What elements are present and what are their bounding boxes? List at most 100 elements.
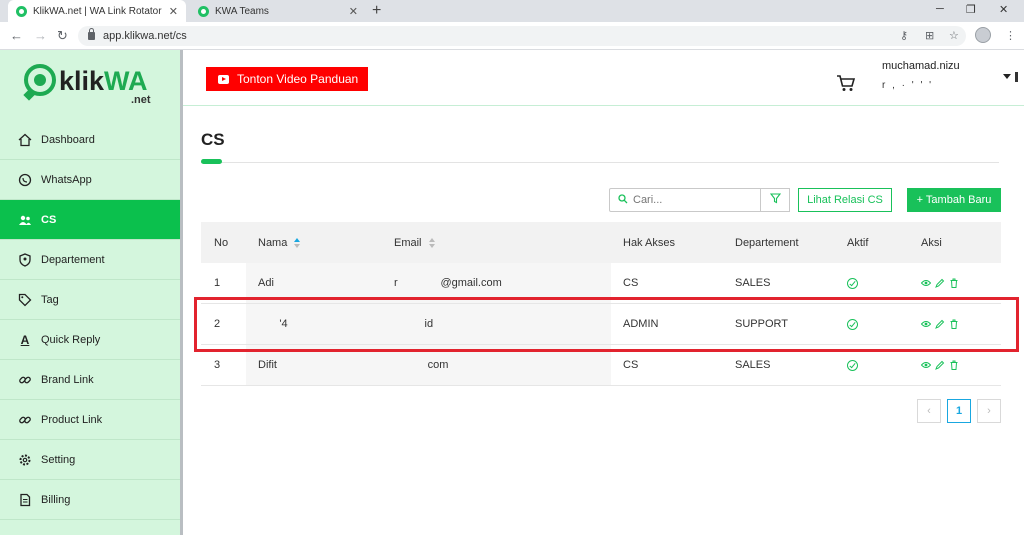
- sidebar-item-product-link[interactable]: Product Link: [0, 400, 180, 440]
- profile-avatar[interactable]: [975, 27, 991, 43]
- users-icon: [18, 213, 32, 227]
- cart-icon[interactable]: [836, 73, 856, 93]
- restore-icon[interactable]: ❐: [966, 3, 976, 16]
- lock-icon: [88, 28, 95, 40]
- column-header-nama[interactable]: Nama: [246, 222, 382, 263]
- gear-icon: [18, 453, 32, 467]
- pagination-prev[interactable]: ‹: [917, 399, 941, 423]
- column-header-aksi: Aksi: [921, 236, 942, 249]
- browser-tab-kwa-teams[interactable]: KWA Teams ✕: [190, 0, 366, 22]
- address-bar: ← → ↻ app.klikwa.net/cs ⚷ ⊞ ☆ ⋮: [0, 22, 1024, 50]
- search-box[interactable]: [609, 188, 761, 212]
- filter-icon: [769, 191, 781, 209]
- active-check-icon: [847, 277, 858, 289]
- view-eye-icon[interactable]: [920, 278, 932, 288]
- tab-close-icon[interactable]: ✕: [349, 5, 358, 18]
- tab-close-icon[interactable]: ✕: [169, 5, 178, 18]
- font-icon: A: [20, 332, 30, 347]
- youtube-icon: [218, 74, 229, 84]
- page-scrollbar[interactable]: [1015, 72, 1018, 82]
- view-eye-icon[interactable]: [920, 360, 932, 370]
- sidebar-item-brand-link[interactable]: Brand Link: [0, 360, 180, 400]
- user-name[interactable]: muchamad.nizu: [882, 60, 960, 72]
- link-icon: [18, 413, 32, 427]
- translate-icon[interactable]: ⊞: [925, 29, 934, 42]
- sidebar-item-label: Quick Reply: [41, 333, 101, 346]
- video-guide-button[interactable]: Tonton Video Panduan: [206, 67, 368, 91]
- table-header: No Nama Email Hak Akses Departement Akti…: [201, 222, 1001, 263]
- delete-trash-icon[interactable]: [949, 278, 959, 288]
- tab-title: KWA Teams: [215, 5, 269, 17]
- reload-icon[interactable]: ↻: [57, 28, 68, 44]
- sidebar-item-label: Dashboard: [41, 133, 95, 146]
- browser-tab-bar: KlikWA.net | WA Link Rotator ✕ KWA Teams…: [0, 0, 1024, 22]
- column-header-email[interactable]: Email: [382, 222, 611, 263]
- sidebar-item-dashboard[interactable]: Dashboard: [0, 120, 180, 160]
- home-icon: [18, 133, 32, 147]
- sidebar-item-whatsapp[interactable]: WhatsApp: [0, 160, 180, 200]
- sidebar-item-label: Brand Link: [41, 373, 94, 386]
- link-icon: [18, 373, 32, 387]
- page-title: CS: [201, 130, 225, 149]
- title-divider: [201, 162, 999, 163]
- filter-button[interactable]: [761, 188, 790, 212]
- forward-arrow-icon[interactable]: →: [34, 28, 47, 43]
- close-window-icon[interactable]: ✕: [999, 3, 1008, 16]
- klikwa-favicon-icon: [16, 5, 27, 17]
- minimize-icon[interactable]: ─: [936, 3, 944, 15]
- edit-pencil-icon[interactable]: [935, 278, 945, 288]
- sidebar-item-label: WhatsApp: [41, 173, 92, 186]
- search-icon: [618, 191, 628, 209]
- whatsapp-icon: [18, 173, 32, 187]
- sidebar-item-tag[interactable]: Tag: [0, 280, 180, 320]
- kwa-teams-favicon-icon: [198, 5, 209, 17]
- video-guide-label: Tonton Video Panduan: [237, 72, 359, 86]
- star-icon[interactable]: ☆: [949, 29, 959, 42]
- user-dropdown-icon[interactable]: [1003, 74, 1011, 79]
- title-accent-bar: [201, 159, 222, 164]
- edit-pencil-icon[interactable]: [935, 360, 945, 370]
- delete-trash-icon[interactable]: [949, 360, 959, 370]
- logo-text: klikWA: [59, 66, 148, 96]
- pagination-page-1[interactable]: 1: [947, 399, 971, 423]
- document-icon: [18, 493, 32, 507]
- sidebar-item-label: CS: [41, 213, 57, 226]
- column-header-aktif: Aktif: [847, 236, 869, 249]
- column-header-hak-akses: Hak Akses: [623, 236, 675, 249]
- logo-net: .net: [131, 94, 151, 106]
- sidebar-item-label: Setting: [41, 453, 76, 466]
- menu-dots-icon[interactable]: ⋮: [1005, 29, 1016, 42]
- add-new-button[interactable]: + Tambah Baru: [907, 188, 1001, 212]
- tag-icon: [18, 293, 32, 307]
- sidebar-item-label: Product Link: [41, 413, 103, 426]
- key-icon[interactable]: ⚷: [900, 29, 908, 42]
- chat-bubble-logo-icon: [24, 64, 56, 96]
- sidebar-item-cs[interactable]: CS: [0, 200, 180, 240]
- sidebar-item-departement[interactable]: Departement: [0, 240, 180, 280]
- browser-tab-klikwa[interactable]: KlikWA.net | WA Link Rotator ✕: [8, 0, 186, 22]
- search-input[interactable]: [633, 194, 753, 206]
- badge-icon: [18, 252, 32, 267]
- pagination-next[interactable]: ›: [977, 399, 1001, 423]
- url-text: app.klikwa.net/cs: [103, 30, 187, 42]
- user-subtitle: r , · ' ' ': [882, 80, 934, 91]
- column-header-no: No: [214, 236, 229, 249]
- tab-title: KlikWA.net | WA Link Rotator: [33, 5, 162, 17]
- url-field[interactable]: app.klikwa.net/cs: [78, 26, 966, 46]
- sidebar-scrollbar[interactable]: [180, 50, 183, 535]
- back-arrow-icon[interactable]: ←: [10, 28, 23, 43]
- klikwa-logo[interactable]: klikWA: [24, 64, 148, 96]
- sidebar-item-label: Billing: [41, 493, 71, 506]
- new-tab-button[interactable]: +: [372, 2, 381, 20]
- row-highlight-box: [194, 297, 1019, 352]
- view-cs-relation-button[interactable]: Lihat Relasi CS: [798, 188, 892, 212]
- sidebar-item-quick-reply[interactable]: A Quick Reply: [0, 320, 180, 360]
- sidebar-item-label: Tag: [41, 293, 59, 306]
- column-header-departement: Departement: [735, 236, 799, 249]
- sidebar-item-billing[interactable]: Billing: [0, 480, 180, 520]
- sidebar-item-label: Departement: [41, 253, 105, 266]
- sort-icon: [428, 237, 435, 248]
- sidebar-item-setting[interactable]: Setting: [0, 440, 180, 480]
- active-check-icon: [847, 359, 858, 371]
- sort-asc-icon: [294, 237, 301, 248]
